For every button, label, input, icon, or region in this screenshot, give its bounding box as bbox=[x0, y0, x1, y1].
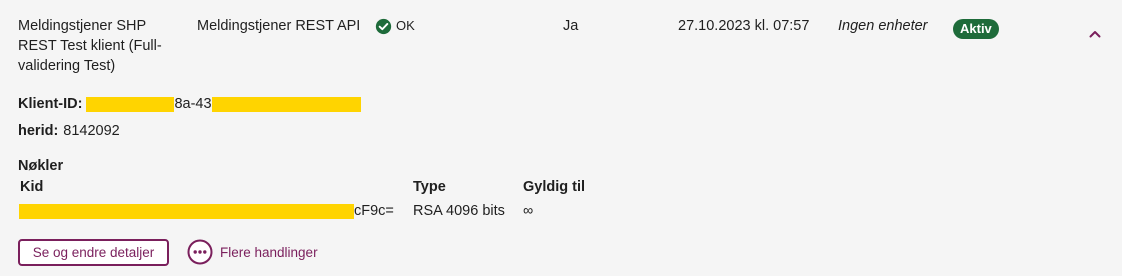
client-id-label: Klient-ID: bbox=[18, 96, 83, 112]
status-label: OK bbox=[396, 18, 415, 33]
client-row: Meldingstjener SHP REST Test klient (Ful… bbox=[0, 0, 1122, 276]
header-kid: Kid bbox=[20, 179, 44, 195]
more-actions-label: Flere handlinger bbox=[220, 244, 318, 260]
header-type: Type bbox=[413, 179, 446, 195]
redaction-bar bbox=[86, 96, 175, 112]
service-name: Meldingstjener REST API bbox=[197, 18, 361, 34]
redaction-bar bbox=[19, 203, 354, 219]
enabled-value: Ja bbox=[563, 18, 579, 34]
details-button[interactable]: Se og endre detaljer bbox=[18, 239, 169, 266]
timestamp: 27.10.2023 kl. 07:57 bbox=[678, 18, 810, 34]
chevron-up-icon[interactable] bbox=[1087, 26, 1103, 42]
more-actions-button[interactable]: Flere handlinger bbox=[187, 239, 318, 265]
client-name: Meldingstjener SHP REST Test klient (Ful… bbox=[18, 18, 162, 74]
herid-label: herid: bbox=[18, 123, 59, 139]
herid-line: herid: 8142092 bbox=[18, 121, 120, 141]
redaction-bar bbox=[211, 96, 361, 112]
key-valid: ∞ bbox=[523, 203, 534, 219]
units-value: Ingen enheter bbox=[838, 18, 928, 34]
key-kid: cF9c= bbox=[19, 201, 394, 221]
more-horizontal-icon bbox=[187, 239, 213, 265]
client-id-visible: 8a-43 bbox=[174, 96, 212, 112]
check-circle-icon bbox=[375, 18, 392, 34]
herid-value: 8142092 bbox=[63, 123, 120, 139]
header-valid: Gyldig til bbox=[523, 179, 586, 195]
key-kid-suffix: cF9c= bbox=[354, 203, 394, 219]
key-type: RSA 4096 bits bbox=[413, 203, 505, 219]
client-id-line: Klient-ID: 8a-43 bbox=[18, 94, 361, 114]
status-badge: Aktiv bbox=[953, 19, 999, 39]
status: OK bbox=[375, 16, 415, 36]
keys-title: Nøkler bbox=[18, 158, 64, 174]
